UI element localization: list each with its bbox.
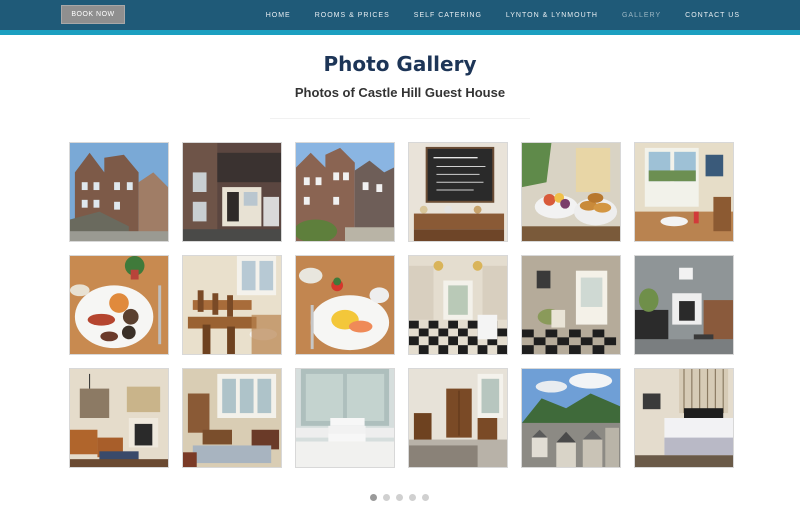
pagination-dot-2[interactable] [383,494,390,501]
top-navigation-bar: BOOK NOW HOME ROOMS & PRICES SELF CATERI… [0,0,800,30]
nav-item-lynton-lynmouth[interactable]: LYNTON & LYNMOUTH [506,12,598,19]
gallery-photo-bathroom-towels[interactable] [295,368,395,468]
book-now-button[interactable]: BOOK NOW [61,5,125,24]
pagination-dot-3[interactable] [396,494,403,501]
nav-item-self-catering[interactable]: SELF CATERING [414,12,482,19]
page-subtitle: Photos of Castle Hill Guest House [294,85,506,100]
nav-item-home[interactable]: HOME [266,12,291,19]
main-nav: HOME ROOMS & PRICES SELF CATERING LYNTON… [242,0,740,30]
gallery-photo-lounge-armchairs[interactable] [69,368,169,468]
gallery-photo-house-exterior-doorway[interactable] [182,142,282,242]
gallery-photo-breakfast-pastries[interactable] [521,142,621,242]
gallery-photo-breakfast-blackboard[interactable] [408,142,508,242]
gallery-photo-hallway-checkered-floor[interactable] [408,255,508,355]
gallery-photo-salmon-eggs-breakfast[interactable] [295,255,395,355]
pagination-dot-1[interactable] [370,494,377,501]
gallery-photo-house-exterior-terrace[interactable] [295,142,395,242]
header-accent-stripe [0,30,800,35]
divider [270,118,530,119]
page-title: Photo Gallery [323,52,477,76]
gallery-photo-house-exterior-street[interactable] [69,142,169,242]
gallery-photo-full-english-breakfast[interactable] [69,255,169,355]
gallery-photo-lounge-fireplace[interactable] [634,255,734,355]
photo-grid [69,142,734,468]
nav-item-rooms-prices[interactable]: ROOMS & PRICES [315,12,390,19]
nav-item-gallery[interactable]: GALLERY [622,12,661,19]
gallery-photo-window-view-table[interactable] [634,142,734,242]
pagination-dot-5[interactable] [422,494,429,501]
gallery-photo-lounge-bay-window[interactable] [182,368,282,468]
nav-item-contact-us[interactable]: CONTACT US [685,12,740,19]
pagination-dot-4[interactable] [409,494,416,501]
gallery-photo-bedroom-double-bed[interactable] [634,368,734,468]
gallery-photo-hallway-doorway[interactable] [521,255,621,355]
gallery-photo-town-rooftops-view[interactable] [521,368,621,468]
gallery-photo-dining-room[interactable] [182,255,282,355]
gallery-photo-bedroom-wardrobe[interactable] [408,368,508,468]
gallery-pagination [370,494,429,501]
